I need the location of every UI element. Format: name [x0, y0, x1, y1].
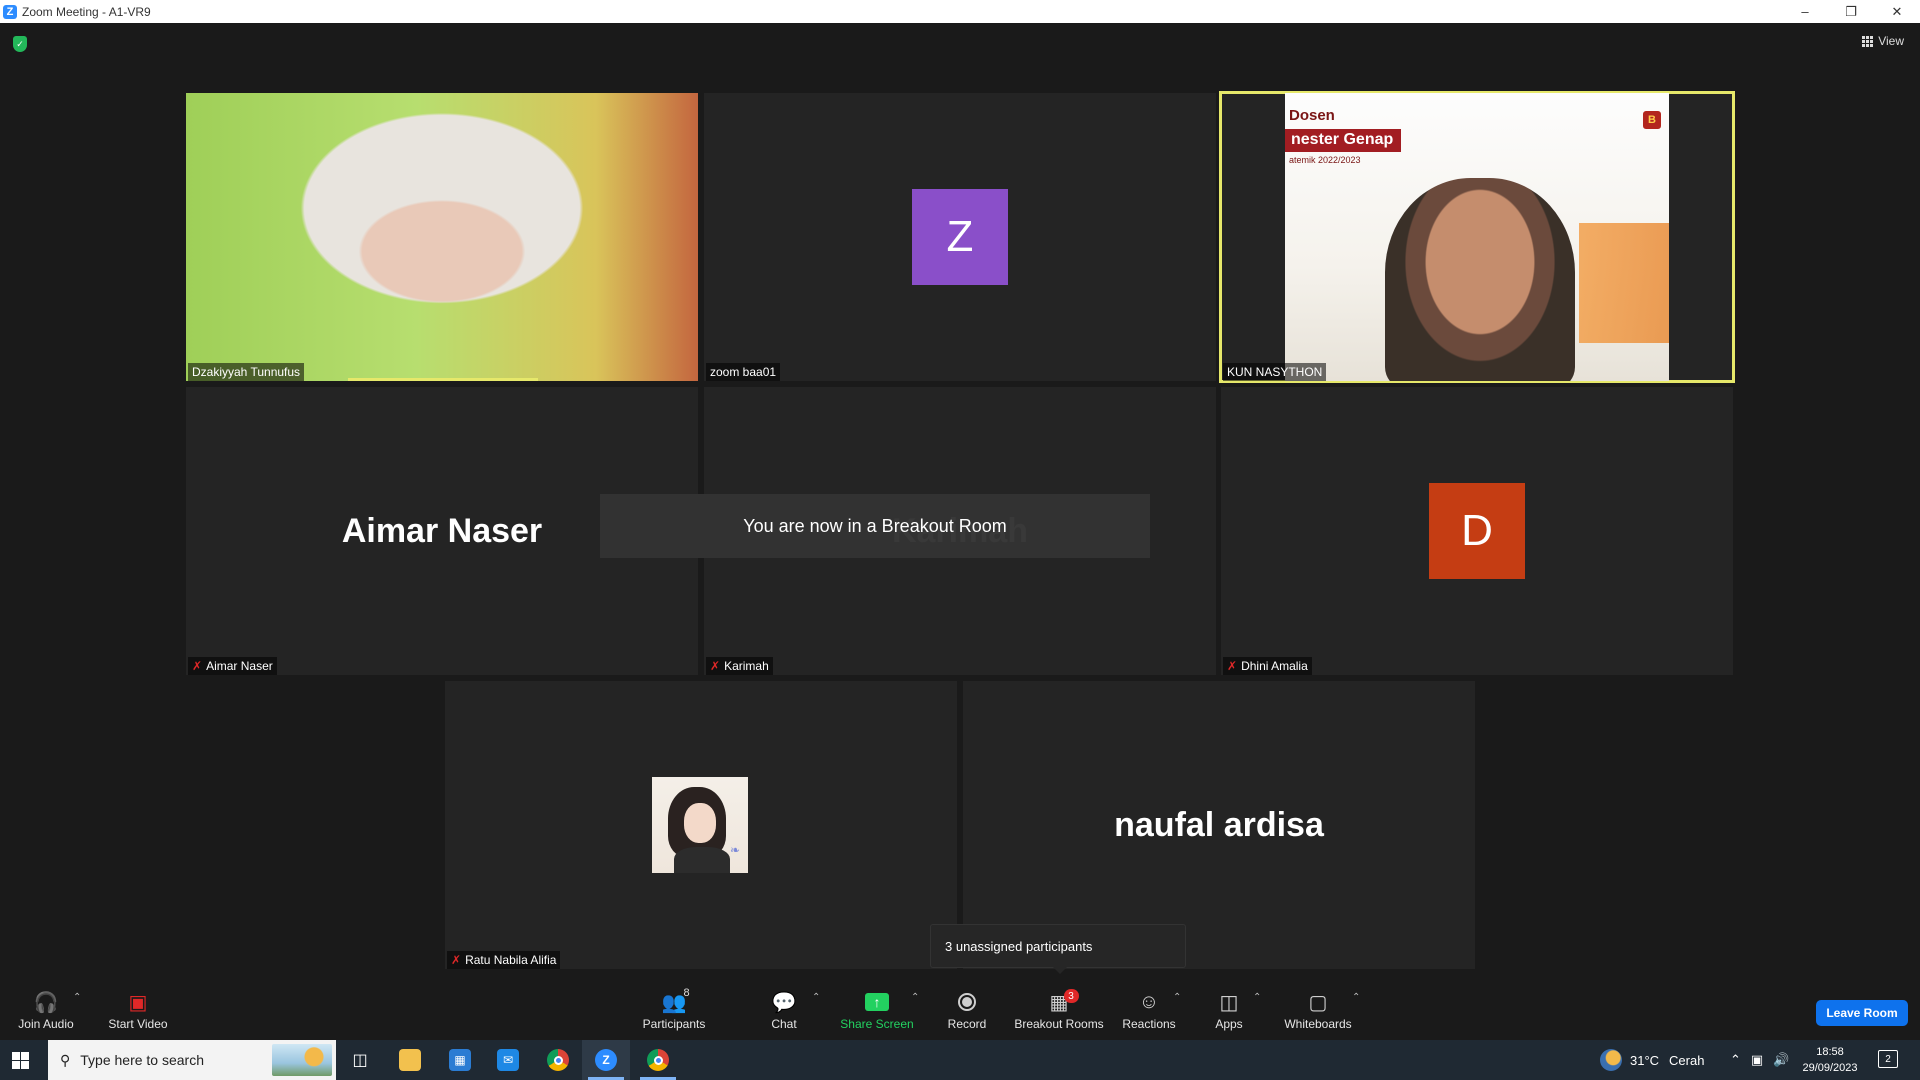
tray-overflow-icon[interactable]: ⌃ [1730, 1052, 1741, 1068]
weather-widget[interactable]: 31°C Cerah [1600, 1040, 1704, 1080]
chat-options-caret-icon[interactable]: ⌃ [812, 992, 820, 1003]
whiteboards-options-caret-icon[interactable]: ⌃ [1352, 992, 1360, 1003]
whiteboard-icon: ▢ [1308, 991, 1328, 1014]
participants-button[interactable]: 👥 8 Participants [636, 980, 712, 1040]
clock-date: 29/09/2023 [1802, 1062, 1858, 1074]
window-title: Zoom Meeting - A1-VR9 [22, 4, 151, 19]
zoom-logo-icon: Z [3, 4, 17, 19]
participant-video: Dosen nester Genap atemik 2022/2023 B [1285, 93, 1669, 381]
breakout-rooms-badge: 3 [1063, 989, 1079, 1003]
weather-description: Cerah [1669, 1052, 1705, 1068]
windows-taskbar: ⚲ Type here to search ◫ ▦ ✉ Z 31°C Cerah… [0, 1040, 1920, 1080]
taskbar-clock[interactable]: 18:58 29/09/2023 [1794, 1044, 1866, 1076]
apps-icon: ◫ [1219, 991, 1239, 1014]
restore-icon[interactable]: ❐ [1828, 0, 1874, 23]
muted-mic-icon: ✗ [1227, 659, 1238, 673]
participant-name-label: ✗ Ratu Nabila Alifia [447, 951, 561, 969]
participant-name-label: ✗ Aimar Naser [188, 657, 277, 675]
record-icon [958, 993, 976, 1011]
chat-bubble-icon: 💬 [771, 991, 797, 1014]
muted-mic-icon: ✗ [710, 659, 721, 673]
share-options-caret-icon[interactable]: ⌃ [911, 992, 919, 1003]
breakout-rooms-button[interactable]: ▦ 3 Breakout Rooms [1012, 980, 1106, 1040]
audio-options-caret-icon[interactable]: ⌃ [73, 992, 81, 1003]
network-icon[interactable]: ▣ [1751, 1052, 1763, 1068]
search-icon: ⚲ [60, 1051, 71, 1068]
whiteboards-button[interactable]: ▢ Whiteboards [1282, 980, 1354, 1040]
reactions-button[interactable]: ☺ Reactions [1120, 980, 1178, 1040]
participant-video [186, 93, 698, 381]
breakout-rooms-icon: ▦ 3 [1050, 989, 1079, 1015]
share-screen-button[interactable]: ↑ Share Screen [836, 980, 918, 1040]
breakout-room-toast: You are now in a Breakout Room [600, 494, 1150, 558]
reactions-options-caret-icon[interactable]: ⌃ [1173, 992, 1181, 1003]
windows-start-icon[interactable] [12, 1052, 29, 1069]
participants-icon: 👥 8 [661, 987, 690, 1014]
background-chairs [1579, 223, 1669, 343]
grid-icon [1862, 35, 1874, 47]
profile-picture: ❧ [652, 777, 748, 873]
university-logo-icon: B [1643, 111, 1661, 129]
participant-tile[interactable]: Dzakiyyah Tunnufus [186, 93, 698, 381]
file-explorer-icon[interactable] [386, 1040, 434, 1080]
headphones-icon: 🎧 [33, 991, 59, 1014]
chat-button[interactable]: 💬 Chat [764, 980, 804, 1040]
search-placeholder: Type here to search [80, 1052, 205, 1068]
volume-icon[interactable]: 🔊 [1773, 1052, 1789, 1068]
speaking-indicator [348, 378, 538, 381]
screen-text: atemik 2022/2023 [1289, 155, 1361, 165]
close-icon[interactable]: ✕ [1874, 0, 1920, 23]
participants-count: 8 [683, 987, 690, 999]
leave-room-button[interactable]: Leave Room [1816, 1000, 1908, 1026]
avatar: D [1429, 483, 1525, 579]
meeting-toolbar: 🎧 Join Audio ⌃ ▣ Start Video 👥 8 Particip… [0, 980, 1920, 1040]
participant-name-label: zoom baa01 [706, 363, 781, 381]
system-tray: ⌃ ▣ 🔊 [1730, 1040, 1789, 1080]
share-screen-icon: ↑ [865, 993, 889, 1011]
chrome-open-icon[interactable] [634, 1040, 682, 1080]
microsoft-store-icon[interactable]: ▦ [436, 1040, 484, 1080]
view-button[interactable]: View [1862, 34, 1904, 48]
participant-name-label: Dzakiyyah Tunnufus [188, 363, 305, 381]
participant-tile[interactable]: D ✗ Dhini Amalia [1221, 387, 1733, 675]
smiley-icon: ☺ [1138, 990, 1160, 1013]
participant-tile[interactable]: ❧ ✗ Ratu Nabila Alifia [445, 681, 957, 969]
screen-banner: nester Genap [1285, 129, 1402, 152]
muted-mic-icon: ✗ [451, 953, 462, 967]
screen-text: Dosen [1289, 107, 1335, 124]
join-audio-button[interactable]: 🎧 Join Audio [14, 980, 78, 1040]
zoom-taskbar-icon[interactable]: Z [582, 1040, 630, 1080]
task-view-icon[interactable]: ◫ [336, 1040, 384, 1080]
clock-time: 18:58 [1816, 1046, 1844, 1058]
unassigned-participants-tooltip: 3 unassigned participants [930, 924, 1186, 974]
participant-tile-active[interactable]: Dosen nester Genap atemik 2022/2023 B KU… [1219, 91, 1735, 383]
participant-name-label: ✗ Dhini Amalia [1223, 657, 1312, 675]
apps-options-caret-icon[interactable]: ⌃ [1253, 992, 1261, 1003]
apps-button[interactable]: ◫ Apps [1212, 980, 1246, 1040]
muted-mic-icon: ✗ [192, 659, 203, 673]
shield-check-icon[interactable]: ✓ [13, 36, 27, 52]
search-highlight-art [272, 1044, 332, 1076]
butterfly-icon: ❧ [729, 843, 740, 857]
meeting-top-bar: ✓ View [0, 23, 1920, 63]
participant-person [1385, 178, 1575, 381]
start-video-button[interactable]: ▣ Start Video [104, 980, 172, 1040]
participant-name-label: KUN NASYTHON [1223, 363, 1327, 381]
record-button[interactable]: Record [942, 980, 992, 1040]
window-titlebar: Z Zoom Meeting - A1-VR9 – ❐ ✕ [0, 0, 1920, 23]
minimize-icon[interactable]: – [1782, 0, 1828, 23]
taskbar-search-box[interactable]: ⚲ Type here to search [48, 1040, 336, 1080]
notifications-icon[interactable]: 2 [1878, 1050, 1898, 1068]
view-label: View [1878, 34, 1904, 48]
participant-name-label: ✗ Karimah [706, 657, 773, 675]
avatar: Z [912, 189, 1008, 285]
weather-icon [1600, 1049, 1622, 1071]
window-controls: – ❐ ✕ [1782, 0, 1920, 23]
mail-icon[interactable]: ✉ [484, 1040, 532, 1080]
chrome-icon[interactable] [534, 1040, 582, 1080]
video-off-icon: ▣ [128, 991, 148, 1014]
weather-temperature: 31°C [1630, 1052, 1660, 1068]
participant-tile[interactable]: Z zoom baa01 [704, 93, 1216, 381]
